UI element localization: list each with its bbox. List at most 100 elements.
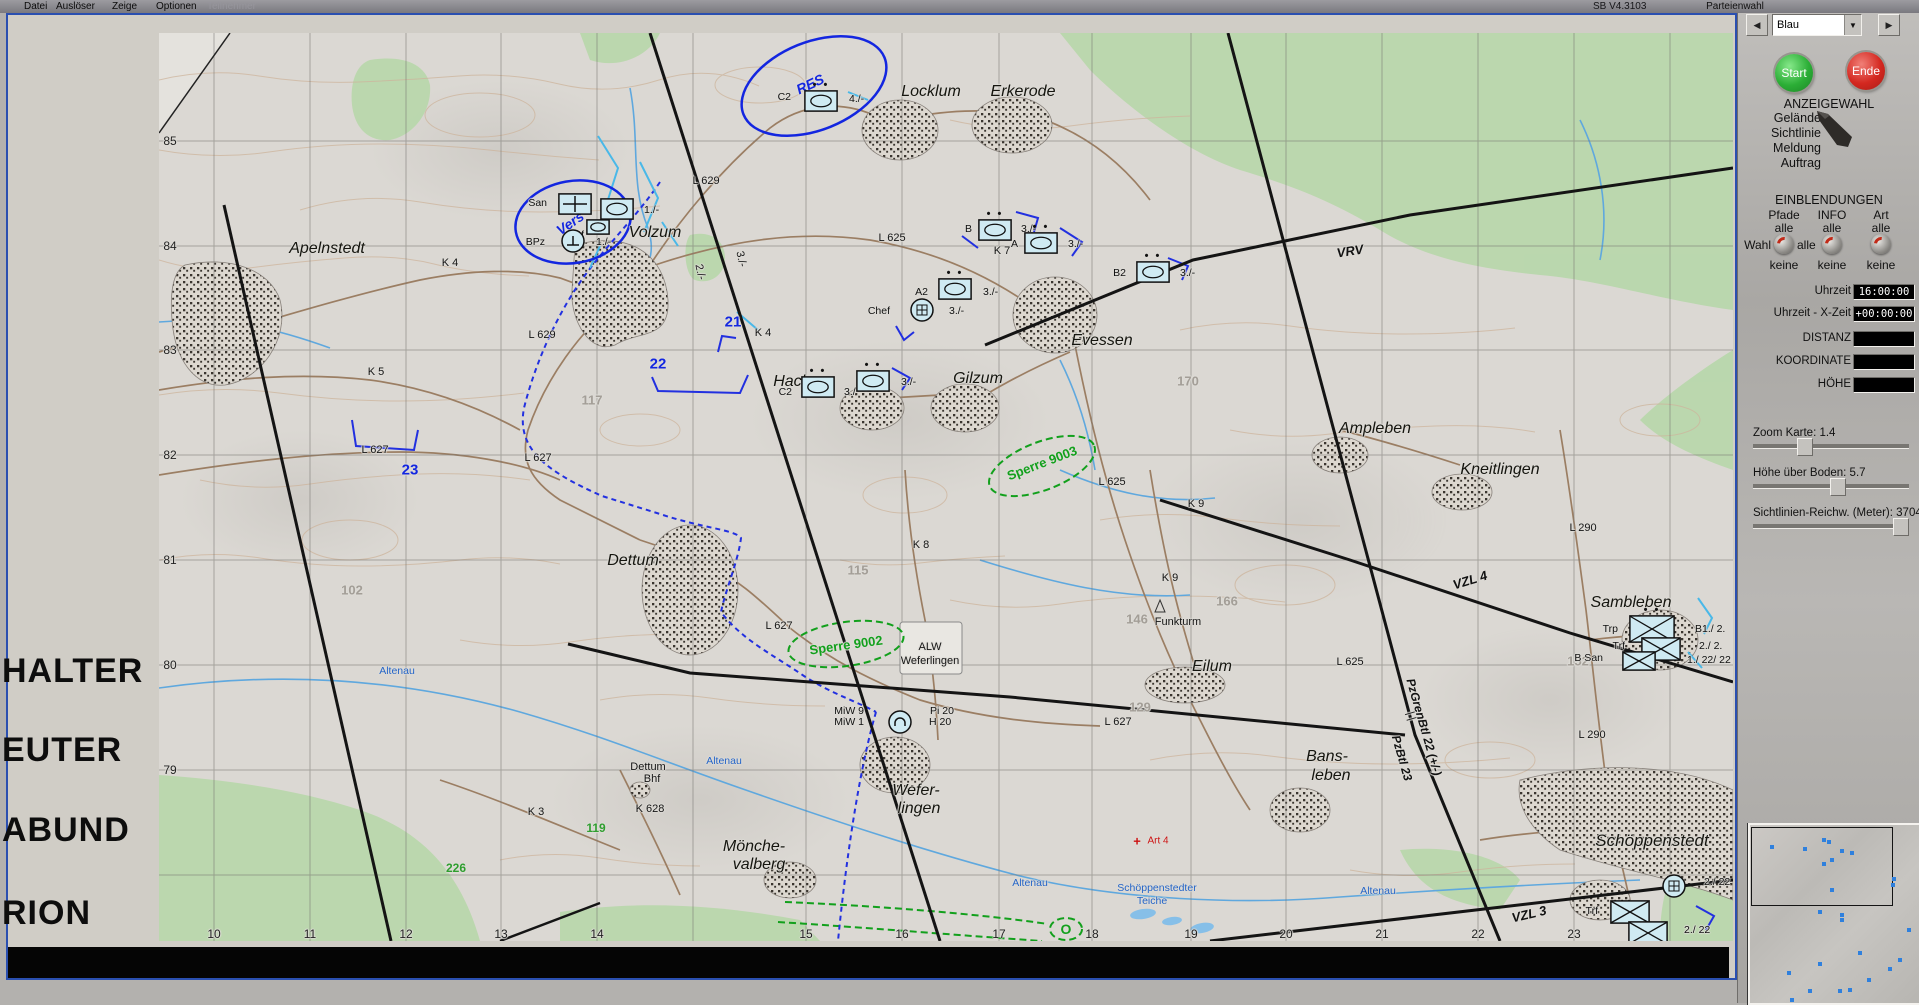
slider-track-1[interactable] — [1753, 444, 1909, 448]
map-label: Teiche — [1136, 895, 1168, 907]
unit-symbol-med[interactable]: San1./- — [528, 193, 615, 215]
map-label: Bhf — [643, 773, 661, 785]
map-label: L 625 — [1336, 656, 1364, 668]
menu-item-2[interactable]: Auslöser — [56, 1, 95, 12]
unit-symbol-armor[interactable]: Bstf — [566, 219, 610, 241]
map-label: 23 — [1567, 927, 1581, 941]
minimap-unit-dot — [1907, 928, 1911, 932]
map-label: leben — [1311, 767, 1351, 784]
minimap-unit-dot — [1803, 847, 1807, 851]
unit-symbol-armor[interactable]: • • C2 4./- — [778, 80, 864, 112]
map-label: Altenau — [1360, 885, 1396, 897]
map-label: L 290 — [1569, 522, 1597, 534]
map-label: K 4 — [754, 327, 772, 339]
ende-button[interactable]: Ende — [1847, 52, 1885, 90]
unit-symbol-armor[interactable]: • • B 3./- — [965, 209, 1036, 241]
unit-symbol-inf[interactable]: 2./ 22 — [1628, 921, 1710, 941]
field-label-5: HÖHE — [1817, 378, 1851, 390]
unit-size-dots: • • — [1032, 221, 1050, 233]
unit-label: 3./ — [844, 386, 856, 398]
unit-symbol-hq[interactable]: 2./ 22 — [1662, 874, 1730, 898]
overview-minimap[interactable] — [1748, 823, 1919, 1005]
party-next-button[interactable]: ▶ — [1878, 14, 1900, 36]
minimap-unit-dot — [1818, 962, 1822, 966]
minimap-unit-dot — [1891, 883, 1895, 887]
chevron-down-icon[interactable]: ▼ — [1844, 15, 1861, 35]
unit-label: MiW 1 — [834, 716, 864, 728]
menu-item-3[interactable]: Zeige — [112, 1, 137, 12]
knob-label-Art: Art — [1873, 208, 1889, 222]
map-label: 13 — [494, 927, 508, 941]
map-label: Funkturm — [1154, 616, 1202, 628]
unit-size-dots: • • — [1144, 250, 1162, 262]
start-button[interactable]: Start — [1775, 54, 1813, 92]
unit-symbol-armor[interactable]: • • C2 3./ — [779, 366, 856, 399]
unit-size-dots: • • — [864, 359, 882, 371]
unit-label: 2./ 22 — [1684, 924, 1711, 936]
map-label: 117 — [581, 392, 603, 408]
map-label: 12 — [399, 927, 413, 941]
minimap-unit-dot — [1787, 971, 1791, 975]
knob-right-Pfade: alle — [1797, 238, 1816, 252]
slider-thumb-3[interactable] — [1892, 518, 1909, 536]
anzeigewahl-item-2[interactable]: Sichtlinie — [1771, 126, 1821, 140]
anzeigewahl-item-4[interactable]: Auftrag — [1781, 156, 1821, 170]
party-select[interactable]: Blau ▼ — [1772, 14, 1862, 36]
tactical-map[interactable]: ApelnstedtVolzumLocklumErkerodeEvessenHa… — [159, 33, 1733, 941]
unit-symbol-hq[interactable]: Chef 3./- — [868, 298, 964, 322]
field-label-4: KOORDINATE — [1775, 355, 1851, 367]
anzeigewahl-item-3[interactable]: Meldung — [1773, 141, 1821, 155]
slider-thumb-1[interactable] — [1797, 438, 1814, 456]
map-label: 19 — [1184, 927, 1198, 941]
unit-symbol-inf[interactable]: B San 1./ 22/ 22 — [1574, 651, 1731, 671]
unit-label: B San — [1574, 652, 1603, 664]
unit-label: B — [964, 223, 972, 235]
menu-item-1[interactable]: Datei — [24, 1, 47, 12]
minimap-unit-dot — [1888, 967, 1892, 971]
map-label: Bans- — [1306, 748, 1348, 765]
map-graphics — [159, 33, 1733, 941]
knob-INFO[interactable] — [1822, 234, 1842, 254]
map-label: 14 — [590, 927, 604, 941]
field-value-1: 16:00:00 — [1853, 284, 1915, 300]
unit-symbol-bpz[interactable]: BPz 1./- — [526, 229, 611, 253]
anzeigewahl-item-1[interactable]: Gelände — [1774, 111, 1821, 125]
slider-label-2: Höhe über Boden: 5.7 — [1753, 467, 1866, 479]
unit-symbol-armor[interactable]: 1./- — [600, 198, 659, 220]
map-label: Wefer- — [892, 782, 940, 799]
field-label-2: Uhrzeit - X-Zeit — [1773, 307, 1851, 319]
map-label: 17 — [992, 927, 1006, 941]
map-label: K 628 — [635, 803, 665, 815]
map-label: Schöppenstedter — [1117, 882, 1197, 894]
party-prev-button[interactable]: ◀ — [1746, 14, 1768, 36]
unit-symbol-armor[interactable]: • • A2 3./- — [915, 268, 998, 300]
unit-symbol-miw[interactable]: MiW 9 MiW 1 Pi 20 H 20 — [834, 705, 954, 734]
field-label-1: Uhrzeit — [1814, 285, 1851, 297]
unit-symbol-armor[interactable]: • • A 3./- — [1011, 222, 1083, 254]
knob-Art[interactable] — [1871, 234, 1891, 254]
map-label: Evessen — [1071, 332, 1133, 349]
map-label: 21 — [1375, 927, 1389, 941]
unit-symbol-armor[interactable]: • • 3./- — [856, 360, 916, 392]
map-label: L 627 — [1104, 716, 1132, 728]
map-label: Volzum — [628, 224, 682, 241]
knob-Pfade[interactable] — [1774, 234, 1794, 254]
minimap-unit-dot — [1808, 989, 1812, 993]
unit-label: B1./ 2. — [1695, 623, 1726, 635]
map-label: Erkerode — [990, 83, 1056, 100]
slider-thumb-2[interactable] — [1830, 478, 1847, 496]
map-label: L 625 — [878, 232, 906, 244]
minimap-unit-dot — [1850, 851, 1854, 855]
unit-symbol-armor[interactable]: • • B2 3./- — [1113, 251, 1195, 283]
menu-item-4[interactable]: Optionen — [156, 1, 197, 12]
map-label: 115 — [847, 562, 869, 578]
slider-track-3[interactable] — [1753, 524, 1909, 528]
slider-label-1: Zoom Karte: 1.4 — [1753, 427, 1836, 439]
minimap-unit-dot — [1840, 849, 1844, 853]
minimap-unit-dot — [1822, 862, 1826, 866]
unit-label: 2./ 22 — [1704, 876, 1731, 888]
map-label: L 290 — [1578, 729, 1606, 741]
unit-label: H 20 — [929, 716, 952, 728]
map-label: L 629 — [528, 329, 556, 341]
map-label: 166 — [1216, 593, 1238, 609]
